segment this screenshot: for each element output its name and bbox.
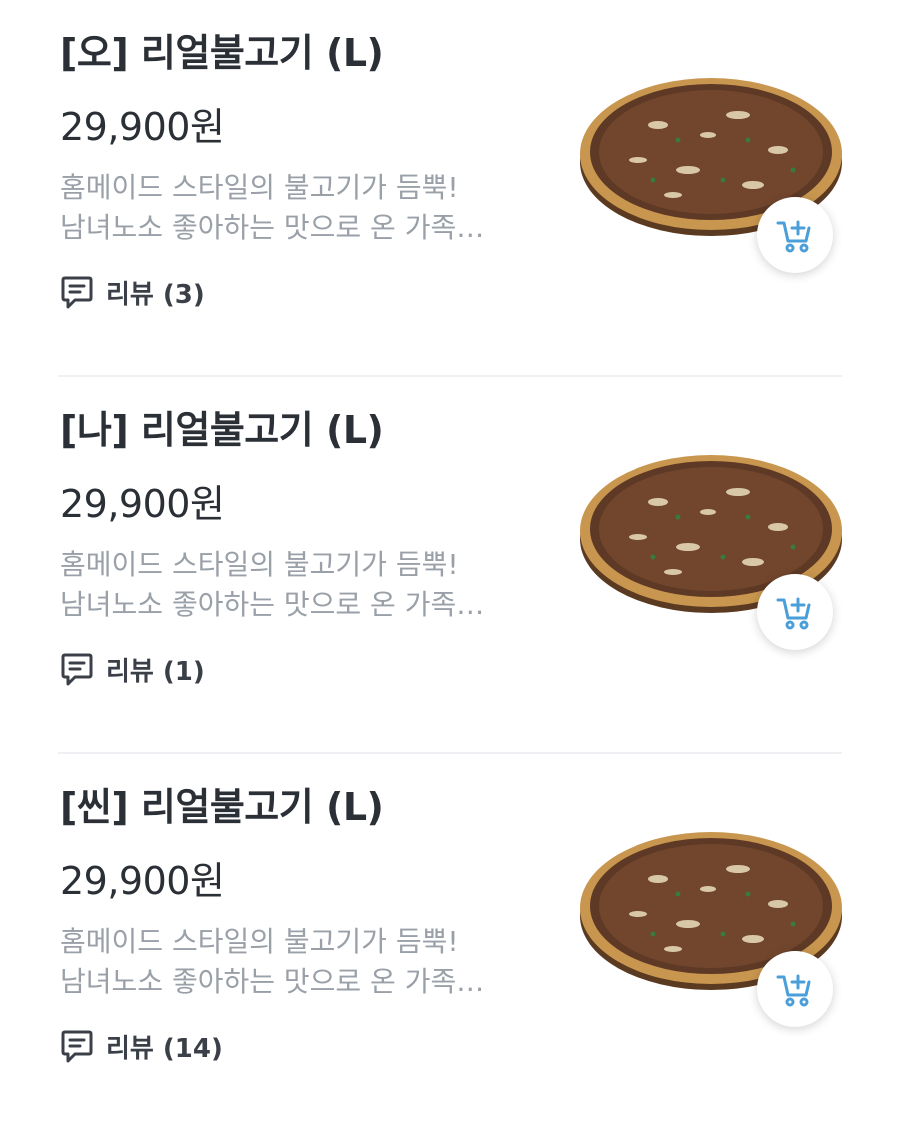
add-to-cart-button[interactable]: [757, 951, 833, 1027]
review-count: 리뷰 (3): [106, 280, 205, 310]
review-count: 리뷰 (14): [106, 1034, 223, 1064]
item-price: 29,900원: [60, 482, 225, 526]
item-description-line: 홈메이드 스타일의 불고기가 듬뿍!: [60, 171, 459, 204]
menu-item[interactable]: [오] 리얼불고기 (L) 29,900원 홈메이드 스타일의 불고기가 듬뿍!…: [0, 0, 900, 377]
add-to-cart-icon: [776, 597, 811, 630]
comment-icon: [61, 276, 93, 308]
item-description-line: 남녀노소 좋아하는 맛으로 온 가족…: [60, 588, 485, 621]
item-title[interactable]: [씬] 리얼불고기 (L): [60, 776, 384, 831]
item-description-line: 남녀노소 좋아하는 맛으로 온 가족…: [60, 965, 485, 998]
add-to-cart-icon: [776, 974, 811, 1007]
review-link[interactable]: 리뷰 (3): [60, 274, 205, 311]
item-title[interactable]: [오] 리얼불고기 (L): [60, 22, 384, 77]
add-to-cart-icon: [776, 220, 811, 253]
item-title[interactable]: [나] 리얼불고기 (L): [60, 399, 384, 454]
comment-icon: [61, 1030, 93, 1062]
item-description-line: 홈메이드 스타일의 불고기가 듬뿍!: [60, 548, 459, 581]
item-description-line: 홈메이드 스타일의 불고기가 듬뿍!: [60, 925, 459, 958]
item-description: 홈메이드 스타일의 불고기가 듬뿍! 남녀노소 좋아하는 맛으로 온 가족…: [60, 922, 530, 1002]
menu-item[interactable]: [씬] 리얼불고기 (L) 29,900원 홈메이드 스타일의 불고기가 듬뿍!…: [0, 754, 900, 1131]
review-count: 리뷰 (1): [106, 657, 205, 687]
item-description-line: 남녀노소 좋아하는 맛으로 온 가족…: [60, 211, 485, 244]
review-link[interactable]: 리뷰 (14): [60, 1028, 223, 1065]
item-price: 29,900원: [60, 859, 225, 903]
add-to-cart-button[interactable]: [757, 197, 833, 273]
item-description: 홈메이드 스타일의 불고기가 듬뿍! 남녀노소 좋아하는 맛으로 온 가족…: [60, 168, 530, 248]
comment-icon: [61, 653, 93, 685]
review-link[interactable]: 리뷰 (1): [60, 651, 205, 688]
add-to-cart-button[interactable]: [757, 574, 833, 650]
menu-list: [오] 리얼불고기 (L) 29,900원 홈메이드 스타일의 불고기가 듬뿍!…: [0, 0, 900, 1131]
item-price: 29,900원: [60, 105, 225, 149]
menu-item[interactable]: [나] 리얼불고기 (L) 29,900원 홈메이드 스타일의 불고기가 듬뿍!…: [0, 377, 900, 754]
item-description: 홈메이드 스타일의 불고기가 듬뿍! 남녀노소 좋아하는 맛으로 온 가족…: [60, 545, 530, 625]
